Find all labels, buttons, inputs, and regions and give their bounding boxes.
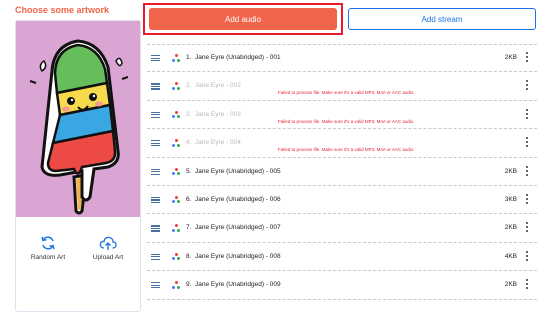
drag-handle-icon[interactable] bbox=[151, 253, 161, 260]
more-options-icon[interactable] bbox=[525, 193, 529, 204]
track-row[interactable]: 4. Jane Eyre - 004 Failed to process file.… bbox=[147, 129, 537, 158]
random-art-label: Random Art bbox=[30, 254, 66, 261]
track-error-message: Failed to process file. Make sure it's a… bbox=[278, 147, 414, 153]
track-title: Jane Eyre (Unabridged) - 005 bbox=[195, 167, 281, 175]
google-drive-icon bbox=[172, 54, 180, 62]
track-row[interactable]: 2. Jane Eyre - 002 Failed to process file.… bbox=[147, 72, 537, 101]
drag-handle-icon[interactable] bbox=[151, 168, 161, 175]
more-options-icon[interactable] bbox=[525, 80, 529, 91]
google-drive-icon bbox=[172, 281, 180, 289]
track-row[interactable]: 8. Jane Eyre (Unabridged) - 008 4KB bbox=[147, 243, 537, 272]
google-drive-icon bbox=[172, 224, 180, 232]
more-options-icon[interactable] bbox=[525, 279, 529, 290]
track-error-message: Failed to process file. Make sure it's a… bbox=[278, 118, 414, 124]
more-options-icon[interactable] bbox=[525, 165, 529, 176]
add-audio-button[interactable]: Add audio bbox=[149, 8, 337, 30]
google-drive-icon bbox=[172, 110, 180, 119]
track-title: Jane Eyre (Unabridged) - 006 bbox=[195, 195, 281, 203]
track-row[interactable]: 5. Jane Eyre (Unabridged) - 005 2KB bbox=[147, 158, 537, 186]
track-title: Jane Eyre (Unabridged) - 007 bbox=[195, 224, 281, 232]
track-title: Jane Eyre - 003 bbox=[195, 110, 241, 118]
artwork-heading: Choose some artwork bbox=[15, 5, 110, 15]
popsicle-sticker-illustration bbox=[29, 39, 129, 215]
upload-art-label: Upload Art bbox=[92, 254, 124, 261]
more-options-icon[interactable] bbox=[525, 108, 529, 119]
track-error-message: Failed to process file. Make sure it's a… bbox=[278, 90, 414, 96]
drag-handle-icon[interactable] bbox=[151, 111, 161, 118]
track-title: Jane Eyre (Unabridged) - 001 bbox=[195, 54, 281, 61]
track-size: 2KB bbox=[504, 281, 517, 289]
track-title: Jane Eyre (Unabridged) - 008 bbox=[195, 252, 281, 260]
drag-handle-icon[interactable] bbox=[151, 225, 161, 232]
track-row[interactable]: 7. Jane Eyre (Unabridged) - 007 2KB bbox=[147, 214, 537, 243]
track-number: 9. bbox=[186, 281, 192, 289]
refresh-icon bbox=[41, 236, 55, 250]
artwork-image[interactable] bbox=[16, 21, 140, 217]
track-row[interactable]: 9. Jane Eyre (Unabridged) - 009 2KB bbox=[147, 271, 537, 300]
google-drive-icon bbox=[172, 252, 180, 261]
track-number: 8. bbox=[186, 252, 192, 260]
upload-art-button[interactable]: Upload Art bbox=[78, 235, 138, 261]
more-options-icon[interactable] bbox=[525, 137, 529, 148]
track-size: 3KB bbox=[504, 195, 517, 203]
track-size: 2KB bbox=[504, 167, 517, 175]
track-number: 3. bbox=[186, 110, 192, 118]
google-drive-icon bbox=[172, 195, 180, 204]
drag-handle-icon[interactable] bbox=[151, 55, 161, 62]
artwork-panel: Random Art Upload Art bbox=[15, 20, 141, 312]
track-size: 2KB bbox=[504, 224, 517, 232]
more-options-icon[interactable] bbox=[525, 52, 529, 62]
track-title: Jane Eyre (Unabridged) - 009 bbox=[195, 281, 281, 289]
google-drive-icon bbox=[172, 82, 180, 90]
google-drive-icon bbox=[172, 167, 180, 176]
cloud-upload-icon bbox=[99, 236, 117, 250]
track-title: Jane Eyre - 004 bbox=[195, 139, 241, 147]
track-size: 2KB bbox=[504, 54, 517, 61]
track-number: 1. bbox=[186, 54, 192, 61]
track-number: 4. bbox=[186, 139, 192, 147]
track-size: 4KB bbox=[504, 252, 517, 260]
track-number: 5. bbox=[186, 167, 192, 175]
track-row[interactable]: 6. Jane Eyre (Unabridged) - 006 3KB bbox=[147, 186, 537, 215]
track-number: 2. bbox=[186, 82, 192, 90]
track-list: 1. Jane Eyre (Unabridged) - 001 2KB 2. Jane … bbox=[147, 44, 537, 300]
more-options-icon[interactable] bbox=[525, 222, 529, 233]
random-art-button[interactable]: Random Art bbox=[18, 235, 78, 261]
add-stream-button[interactable]: Add stream bbox=[348, 8, 536, 30]
track-title: Jane Eyre - 002 bbox=[195, 82, 241, 90]
track-number: 6. bbox=[186, 195, 192, 203]
drag-handle-icon[interactable] bbox=[151, 83, 161, 90]
drag-handle-icon[interactable] bbox=[151, 140, 161, 147]
track-row[interactable]: 3. Jane Eyre - 003 Failed to process file.… bbox=[147, 101, 537, 130]
track-number: 7. bbox=[186, 224, 192, 232]
drag-handle-icon[interactable] bbox=[151, 282, 161, 289]
more-options-icon[interactable] bbox=[525, 250, 529, 261]
google-drive-icon bbox=[172, 139, 180, 147]
track-row[interactable]: 1. Jane Eyre (Unabridged) - 001 2KB bbox=[147, 44, 537, 73]
artwork-actions: Random Art Upload Art bbox=[16, 235, 140, 285]
drag-handle-icon[interactable] bbox=[151, 196, 161, 204]
